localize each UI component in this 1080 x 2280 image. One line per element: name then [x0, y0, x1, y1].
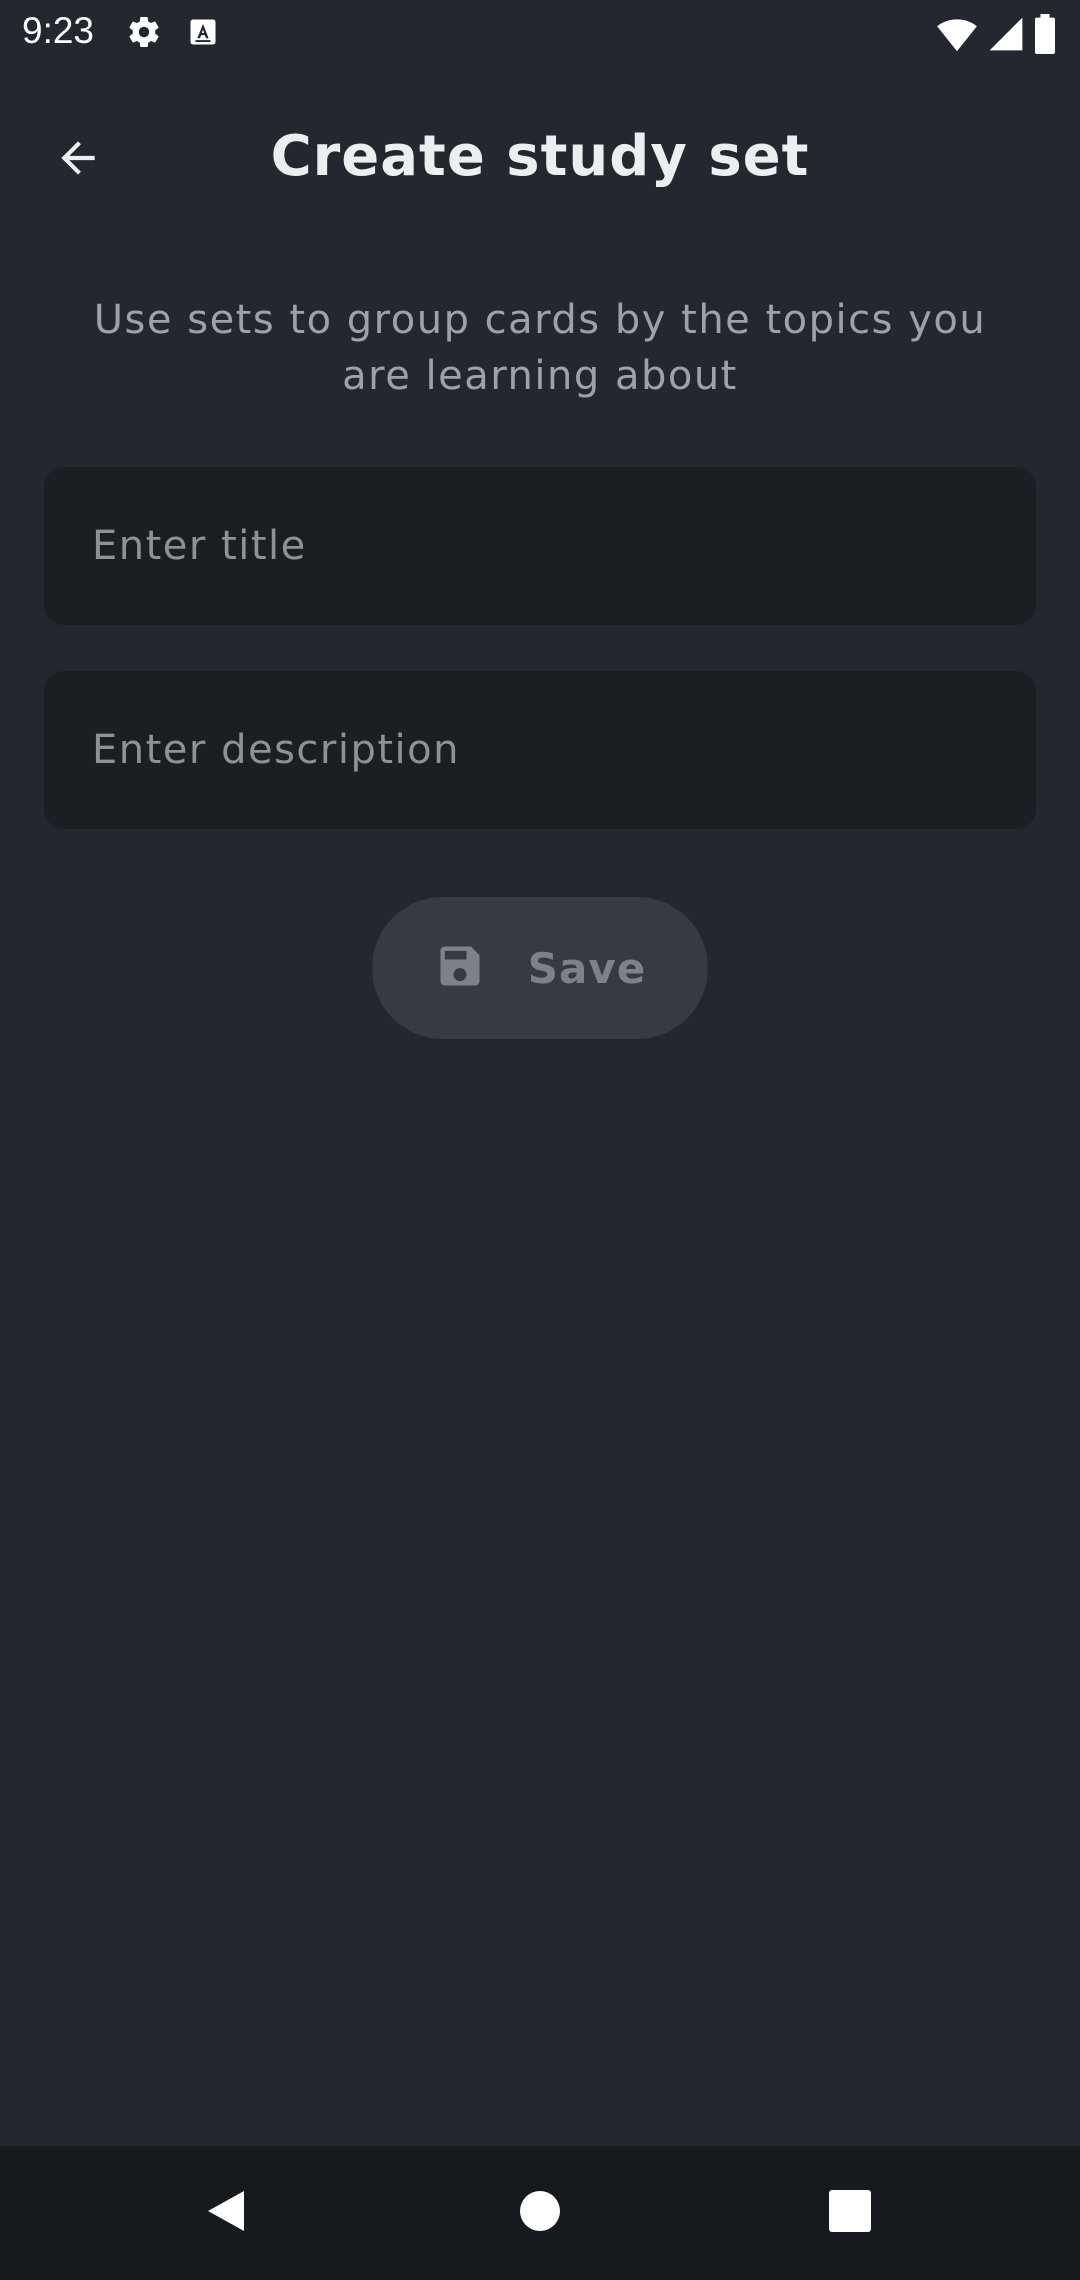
back-triangle-icon	[204, 2187, 248, 2239]
home-circle-icon	[519, 2190, 561, 2236]
wifi-icon	[936, 15, 978, 57]
status-left-icons	[126, 14, 218, 54]
recents-square-icon	[829, 2190, 871, 2236]
nav-recents-button[interactable]	[780, 2146, 920, 2280]
nav-back-button[interactable]	[156, 2146, 296, 2280]
save-button-label: Save	[527, 943, 647, 993]
gear-icon	[126, 14, 162, 54]
description-field[interactable]	[44, 671, 1036, 829]
battery-icon	[1034, 14, 1056, 58]
description-input[interactable]	[90, 726, 990, 774]
app-bar: Create study set	[0, 90, 1080, 230]
title-input[interactable]	[90, 522, 990, 570]
page-subtitle: Use sets to group cards by the topics yo…	[93, 297, 987, 399]
nav-home-button[interactable]	[470, 2146, 610, 2280]
title-field[interactable]	[44, 467, 1036, 625]
save-button[interactable]: Save	[372, 897, 708, 1039]
a-box-icon	[188, 17, 218, 51]
floppy-disk-icon	[434, 940, 486, 996]
status-bar: 9:23	[0, 0, 1080, 66]
system-nav-bar	[0, 2146, 1080, 2280]
status-time: 9:23	[22, 10, 95, 51]
signal-icon	[988, 15, 1024, 57]
status-right-icons	[936, 14, 1056, 58]
page-title: Create study set	[270, 124, 810, 189]
